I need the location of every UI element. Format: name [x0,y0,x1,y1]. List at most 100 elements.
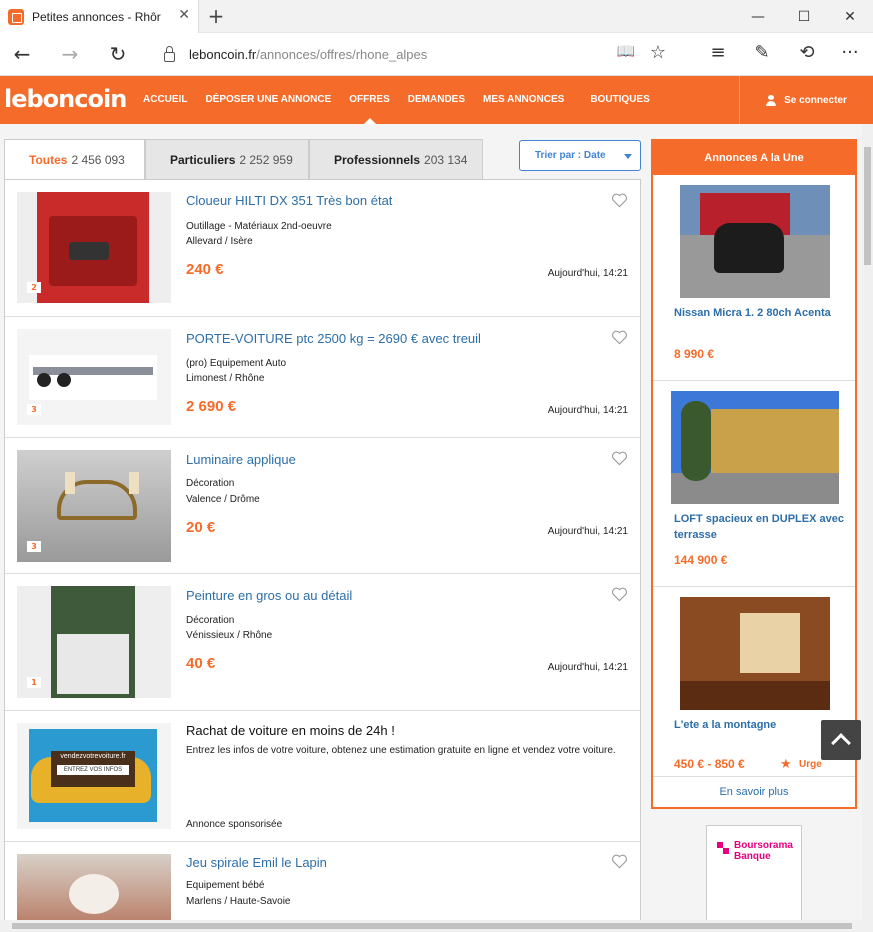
featured-photo[interactable] [680,185,830,298]
listing-title[interactable]: PORTE-VOITURE ptc 2500 kg = 2690 € avec … [186,331,481,346]
filter-tabs: Toutes 2 456 093 Particuliers 2 252 959 … [4,139,483,180]
ad-brand-line1: Boursorama [734,840,793,851]
listing-photo[interactable]: 2 [17,192,171,303]
listing-photo[interactable]: 3 [17,450,171,562]
featured-title[interactable]: L'ete a la montagne [674,717,844,733]
featured-item[interactable]: LOFT spacieux en DUPLEX avec terrasse 14… [653,381,855,587]
heart-icon[interactable] [611,193,628,208]
forward-icon[interactable]: → [57,42,83,66]
browser-tab-bar: Petites annonces - Rhôr ✕ + — ☐ ✕ [0,0,873,33]
main-menu: ACCUEIL DÉPOSER UNE ANNONCE OFFRES DEMAN… [143,76,668,124]
menu-deposer[interactable]: DÉPOSER UNE ANNONCE [205,76,331,124]
login-label: Se connecter [784,94,847,106]
tab-label: Professionnels [334,152,421,167]
heart-icon[interactable] [611,451,628,466]
star-icon: ★ [780,757,792,772]
menu-boutiques[interactable]: BOUTIQUES [590,76,649,124]
horizontal-scrollbar[interactable] [0,920,862,932]
featured-title[interactable]: LOFT spacieux en DUPLEX avec terrasse [674,511,844,543]
listing-date: Aujourd'hui, 14:21 [547,268,628,279]
close-window-button[interactable]: ✕ [827,0,873,33]
listing-location: Vénissieux / Rhône [186,630,273,641]
learn-more-link[interactable]: En savoir plus [653,776,855,807]
listing-photo[interactable]: 3 [17,329,171,425]
listing-price: 2 690 € [186,398,237,415]
new-tab-button[interactable]: + [205,4,227,28]
sponsored-description: Entrez les infos de votre voiture, obten… [186,745,616,756]
leboncoin-favicon-icon [8,8,24,25]
maximize-button[interactable]: ☐ [781,0,827,33]
listing-title[interactable]: Jeu spirale Emil le Lapin [186,855,327,870]
featured-item[interactable]: L'ete a la montagne 450 € - 850 € ★ Urge [653,587,855,793]
menu-accueil[interactable]: ACCUEIL [143,76,187,124]
tab-title: Petites annonces - Rhôr [32,9,161,24]
reading-view-icon[interactable]: 📖 [612,42,640,60]
tab-professionnels[interactable]: Professionnels 203 134 [309,139,483,180]
sponsored-image-button: ENTREZ VOS INFOS [57,765,129,775]
featured-title[interactable]: Nissan Micra 1. 2 80ch Acenta [674,305,844,321]
listing-list: 2 Cloueur HILTI DX 351 Très bon état Out… [4,179,641,932]
photo-count: 1 [27,677,41,688]
login-button[interactable]: Se connecter [739,76,873,124]
url-field[interactable]: leboncoin.fr/annonces/offres/rhone_alpes [160,41,600,67]
listing-location: Allevard / Isère [186,236,253,247]
menu-offres[interactable]: OFFRES [349,76,390,124]
sponsored-tag: Annonce sponsorisée [186,819,283,830]
sponsored-item[interactable]: vendezvotrevoiture.fr ENTREZ VOS INFOS R… [5,711,640,842]
tab-particuliers[interactable]: Particuliers 2 252 959 [145,139,309,180]
leboncoin-logo[interactable]: leboncoin [4,85,127,113]
tab-close-icon[interactable]: ✕ [178,7,190,23]
listing-item[interactable]: 3 PORTE-VOITURE ptc 2500 kg = 2690 € ave… [5,317,640,438]
featured-sidebar: Annonces A la Une Nissan Micra 1. 2 80ch… [651,139,857,809]
heart-icon[interactable] [611,854,628,869]
site-header: leboncoin ACCUEIL DÉPOSER UNE ANNONCE OF… [0,76,873,124]
heart-icon[interactable] [611,330,628,345]
listing-title[interactable]: Luminaire applique [186,452,296,467]
tab-label: Particuliers [170,152,236,167]
listing-photo[interactable]: 1 [17,586,171,698]
sort-dropdown[interactable]: Trier par : Date [519,140,641,171]
heart-icon[interactable] [611,587,628,602]
listing-location: Marlens / Haute-Savoie [186,896,291,907]
hub-icon[interactable]: ≡ [704,42,732,63]
tab-count: 2 456 093 [71,152,125,167]
listing-title[interactable]: Cloueur HILTI DX 351 Très bon état [186,193,392,208]
more-icon[interactable]: ··· [836,42,864,63]
menu-demandes[interactable]: DEMANDES [408,76,465,124]
ad-brand-line2: Banque [734,851,771,862]
refresh-icon[interactable]: ↻ [105,42,131,66]
listing-item[interactable]: 3 Luminaire applique Décoration Valence … [5,438,640,574]
featured-photo[interactable] [680,597,830,710]
share-icon[interactable]: ⟲ [793,42,821,63]
lock-icon [164,46,175,62]
listing-category: Equipement bébé [186,880,265,891]
listing-title[interactable]: Peinture en gros ou au détail [186,588,352,603]
featured-item[interactable]: Nissan Micra 1. 2 80ch Acenta 8 990 € [653,175,855,381]
listing-date: Aujourd'hui, 14:21 [547,662,628,673]
tab-toutes[interactable]: Toutes 2 456 093 [4,139,145,180]
web-note-icon[interactable]: ✎ [748,42,776,63]
vertical-scrollbar[interactable] [862,124,873,932]
listing-date: Aujourd'hui, 14:21 [547,526,628,537]
favorite-star-icon[interactable]: ☆ [644,42,672,63]
sponsored-photo[interactable]: vendezvotrevoiture.fr ENTREZ VOS INFOS [17,723,171,829]
listing-category: Décoration [186,615,235,626]
urgent-badge: Urge [799,759,822,770]
listing-item[interactable]: Jeu spirale Emil le Lapin Equipement béb… [5,842,640,932]
listing-item[interactable]: 2 Cloueur HILTI DX 351 Très bon état Out… [5,180,640,317]
boursorama-logo-icon [717,842,729,854]
sponsored-title[interactable]: Rachat de voiture en moins de 24h ! [186,723,395,738]
listing-price: 40 € [186,655,216,672]
url-path: /annonces/offres/rhone_alpes [256,46,428,62]
minimize-button[interactable]: — [735,0,781,33]
featured-photo[interactable] [671,391,839,504]
back-icon[interactable]: ← [9,42,35,66]
listing-location: Valence / Drôme [186,494,260,505]
boursorama-ad[interactable]: Boursorama Banque [706,825,802,932]
browser-tab[interactable]: Petites annonces - Rhôr ✕ [0,0,199,33]
page-content: Toutes 2 456 093 Particuliers 2 252 959 … [0,124,873,932]
scroll-to-top-button[interactable] [821,720,861,760]
listing-item[interactable]: 1 Peinture en gros ou au détail Décorati… [5,574,640,711]
tab-label: Toutes [29,152,68,167]
menu-mes-annonces[interactable]: MES ANNONCES [483,76,564,124]
